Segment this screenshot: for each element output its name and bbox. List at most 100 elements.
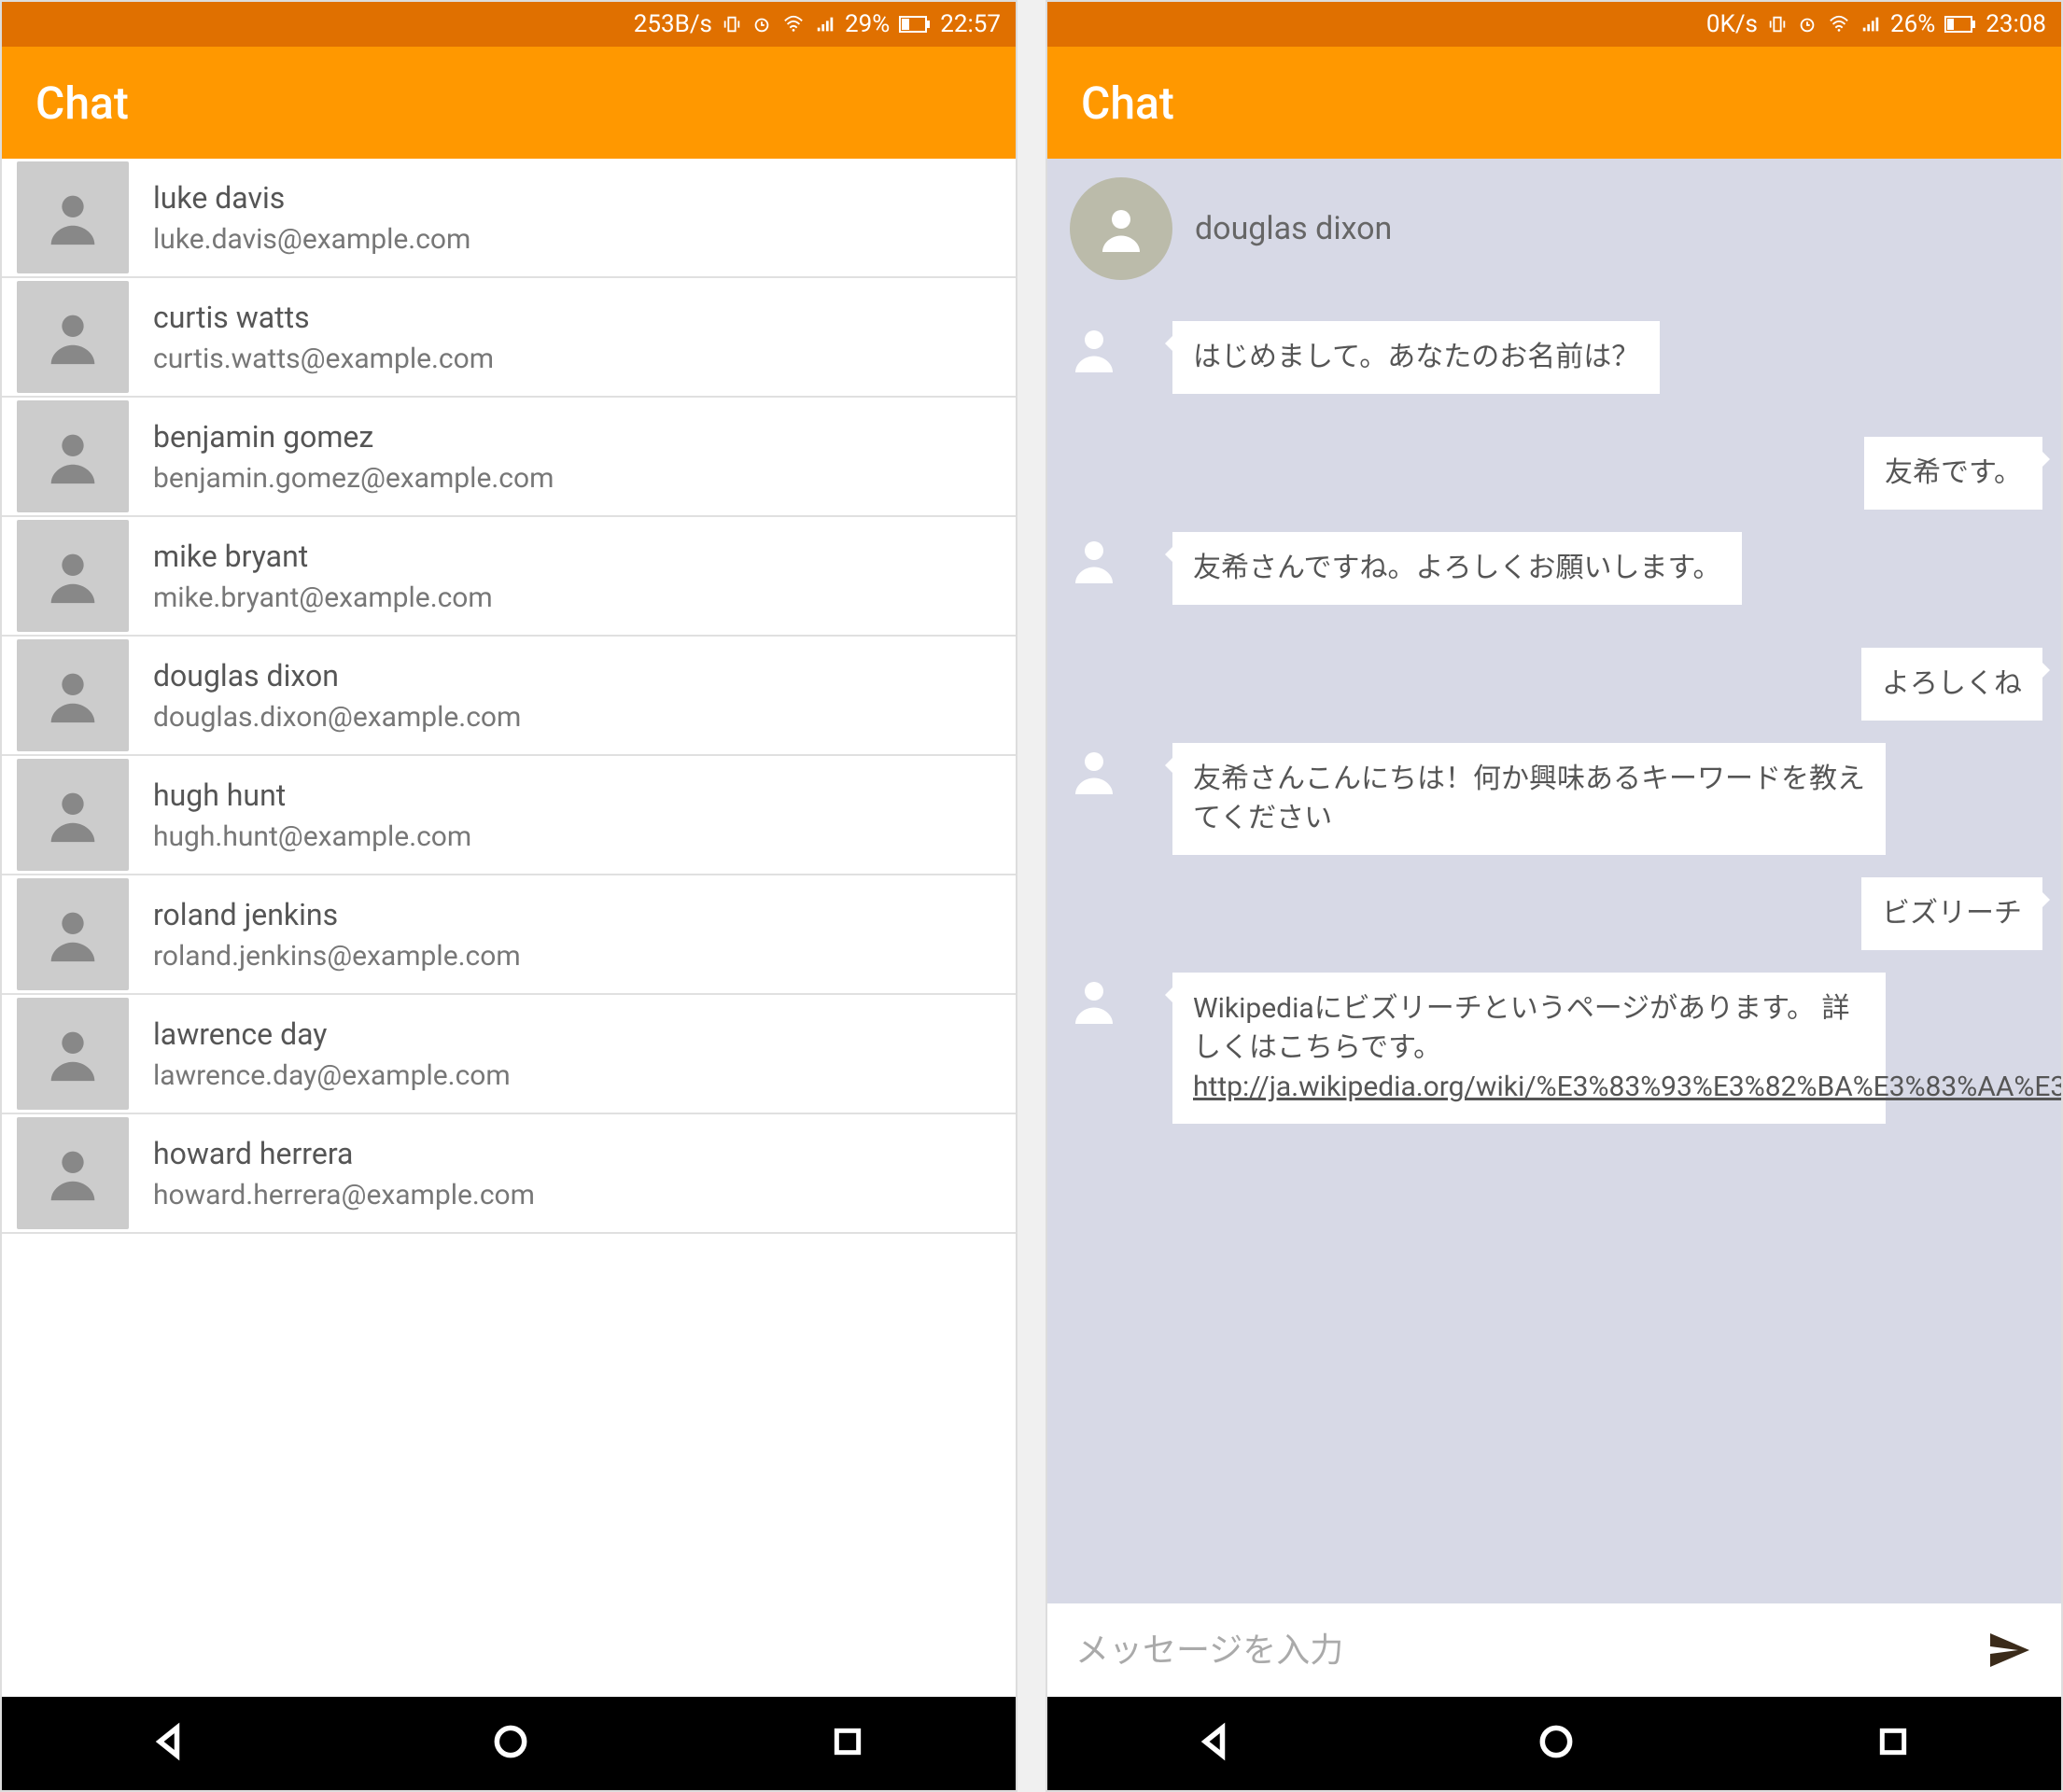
message-bubble: 友希さんですね。よろしくお願いします。 bbox=[1172, 532, 1742, 605]
signal-icon bbox=[1860, 14, 1881, 35]
contact-name: curtis watts bbox=[153, 300, 494, 335]
home-button[interactable] bbox=[1536, 1721, 1577, 1766]
message-bubble: よろしくね bbox=[1861, 648, 2042, 721]
contact-name: lawrence day bbox=[153, 1016, 511, 1052]
wifi-icon bbox=[781, 14, 806, 35]
contact-email: hugh.hunt@example.com bbox=[153, 820, 471, 853]
wifi-icon bbox=[1827, 14, 1851, 35]
contact-email: howard.herrera@example.com bbox=[153, 1179, 535, 1211]
message-text: よろしくね bbox=[1882, 667, 2022, 700]
contact-row[interactable]: benjamin gomez benjamin.gomez@example.com bbox=[2, 398, 1016, 517]
contact-name: hugh hunt bbox=[153, 777, 471, 813]
outgoing-message: ビズリーチ bbox=[1066, 877, 2042, 950]
message-link[interactable]: http://ja.wikipedia.org/wiki/%E3%83%93%E… bbox=[1193, 1071, 2061, 1103]
message-bubble: 友希さんこんにちは！何か興味あるキーワードを教えてください bbox=[1172, 743, 1886, 855]
home-button[interactable] bbox=[490, 1721, 531, 1766]
incoming-message: 友希さんこんにちは！何か興味あるキーワードを教えてください bbox=[1066, 743, 2042, 855]
signal-icon bbox=[815, 14, 835, 35]
alarm-icon bbox=[1797, 14, 1817, 35]
contact-email: lawrence.day@example.com bbox=[153, 1059, 511, 1092]
contact-email: curtis.watts@example.com bbox=[153, 343, 494, 375]
contact-row[interactable]: howard herrera howard.herrera@example.com bbox=[2, 1114, 1016, 1234]
clock: 22:57 bbox=[940, 10, 1001, 38]
send-button[interactable] bbox=[1983, 1624, 2035, 1676]
contact-name: roland jenkins bbox=[153, 897, 521, 932]
recent-button[interactable] bbox=[829, 1723, 866, 1764]
message-text: ビズリーチ bbox=[1882, 897, 2022, 930]
message-text: 友希です。 bbox=[1885, 456, 2022, 489]
message-text: 友希さんこんにちは！何か興味あるキーワードを教えてください bbox=[1193, 763, 1865, 834]
vibrate-icon bbox=[722, 14, 742, 35]
net-speed: 0K/s bbox=[1706, 10, 1758, 38]
avatar bbox=[17, 1117, 129, 1229]
chat-body: douglas dixon はじめまして。あなたのお名前は？ 友希です。友希さんで… bbox=[1047, 159, 2061, 1603]
app-title: Chat bbox=[1081, 77, 1174, 130]
avatar bbox=[1066, 743, 1159, 836]
battery-icon bbox=[1944, 16, 1976, 33]
alarm-icon bbox=[751, 14, 772, 35]
battery-percent: 26% bbox=[1890, 10, 1935, 38]
app-bar: Chat bbox=[1047, 47, 2061, 159]
contact-email: douglas.dixon@example.com bbox=[153, 701, 521, 734]
clock: 23:08 bbox=[1986, 10, 2046, 38]
message-bubble: 友希です。 bbox=[1864, 437, 2042, 510]
avatar bbox=[1066, 532, 1159, 625]
contact-name: mike bryant bbox=[153, 539, 493, 574]
avatar bbox=[1066, 973, 1159, 1066]
avatar bbox=[1066, 321, 1159, 414]
incoming-message: 友希さんですね。よろしくお願いします。 bbox=[1066, 532, 2042, 625]
contact-email: benjamin.gomez@example.com bbox=[153, 462, 554, 495]
contact-name: douglas dixon bbox=[153, 658, 521, 693]
avatar bbox=[17, 639, 129, 751]
app-bar: Chat bbox=[2, 47, 1016, 159]
message-list[interactable]: はじめまして。あなたのお名前は？ 友希です。友希さんですね。よろしくお願いします。… bbox=[1047, 299, 2061, 1603]
incoming-message: はじめまして。あなたのお名前は？ bbox=[1066, 321, 2042, 414]
chat-header: douglas dixon bbox=[1047, 159, 2061, 299]
outgoing-message: よろしくね bbox=[1066, 648, 2042, 721]
contact-row[interactable]: luke davis luke.davis@example.com bbox=[2, 159, 1016, 278]
contact-email: roland.jenkins@example.com bbox=[153, 940, 521, 973]
contact-row[interactable]: lawrence day lawrence.day@example.com bbox=[2, 995, 1016, 1114]
nav-bar bbox=[2, 1697, 1016, 1790]
partner-name: douglas dixon bbox=[1195, 210, 1392, 247]
contact-row[interactable]: douglas dixon douglas.dixon@example.com bbox=[2, 637, 1016, 756]
avatar bbox=[17, 520, 129, 632]
back-button[interactable] bbox=[151, 1721, 192, 1766]
contacts-screen: 253B/s 29% 22:57 Chat luke davis luke.dav… bbox=[0, 0, 1017, 1792]
recent-button[interactable] bbox=[1874, 1723, 1912, 1764]
avatar bbox=[17, 998, 129, 1110]
avatar bbox=[17, 400, 129, 512]
avatar bbox=[17, 281, 129, 393]
contact-row[interactable]: roland jenkins roland.jenkins@example.com bbox=[2, 875, 1016, 995]
status-bar: 0K/s 26% 23:08 bbox=[1047, 2, 2061, 47]
outgoing-message: 友希です。 bbox=[1066, 437, 2042, 510]
status-bar: 253B/s 29% 22:57 bbox=[2, 2, 1016, 47]
battery-percent: 29% bbox=[845, 10, 890, 38]
nav-bar bbox=[1047, 1697, 2061, 1790]
app-title: Chat bbox=[35, 77, 129, 130]
chat-screen: 0K/s 26% 23:08 Chat douglas dixon はじめまして… bbox=[1046, 0, 2063, 1792]
contact-name: benjamin gomez bbox=[153, 419, 554, 455]
send-icon bbox=[1986, 1628, 2031, 1673]
avatar bbox=[17, 759, 129, 871]
message-bubble: はじめまして。あなたのお名前は？ bbox=[1172, 321, 1660, 394]
contact-name: howard herrera bbox=[153, 1136, 535, 1171]
avatar bbox=[17, 878, 129, 990]
back-button[interactable] bbox=[1197, 1721, 1238, 1766]
net-speed: 253B/s bbox=[634, 10, 712, 38]
message-bubble: Wikipediaにビズリーチというページがあります。 詳しくはこちらです。 h… bbox=[1172, 973, 1886, 1124]
contact-email: luke.davis@example.com bbox=[153, 223, 470, 256]
message-input[interactable] bbox=[1074, 1630, 1983, 1671]
message-text: 友希さんですね。よろしくお願いします。 bbox=[1193, 552, 1721, 584]
message-text: はじめまして。あなたのお名前は？ bbox=[1193, 341, 1639, 373]
avatar bbox=[1070, 177, 1172, 280]
contact-row[interactable]: mike bryantmike.bryant@example.com bbox=[2, 517, 1016, 637]
contact-name: luke davis bbox=[153, 180, 470, 216]
avatar bbox=[17, 161, 129, 273]
contact-list[interactable]: luke davis luke.davis@example.com curtis w… bbox=[2, 159, 1016, 1697]
message-text: Wikipediaにビズリーチというページがあります。 詳しくはこちらです。 bbox=[1193, 992, 1850, 1064]
contact-row[interactable]: hugh hunt hugh.hunt@example.com bbox=[2, 756, 1016, 875]
vibrate-icon bbox=[1767, 14, 1788, 35]
message-bubble: ビズリーチ bbox=[1861, 877, 2042, 950]
contact-row[interactable]: curtis watts curtis.watts@example.com bbox=[2, 278, 1016, 398]
